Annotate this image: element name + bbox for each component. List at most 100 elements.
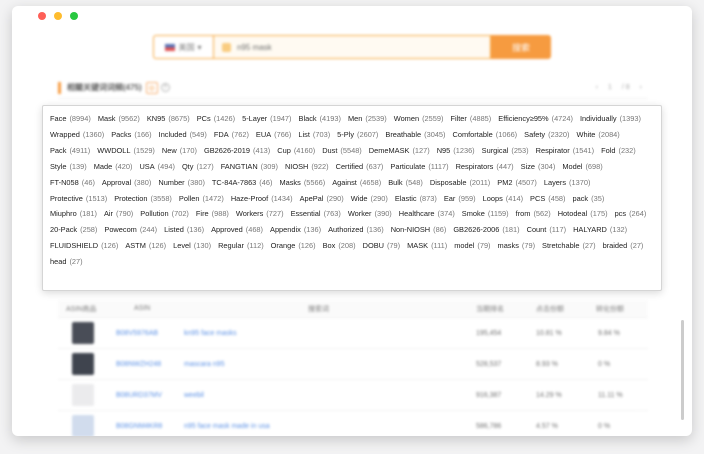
keyword-tag[interactable]: Loops (414): [483, 191, 523, 207]
keyword-tag[interactable]: DemeMASK (127): [369, 143, 430, 159]
table-row[interactable]: B08V5976AB kn95 face masks 195,454 10.81 % 9…: [58, 318, 648, 349]
product-thumbnail[interactable]: [72, 384, 94, 406]
keyword-tag[interactable]: NIOSH (922): [285, 159, 329, 175]
search-term-link[interactable]: weebil: [184, 392, 204, 399]
keyword-tag[interactable]: TC-84A-7863 (46): [212, 175, 273, 191]
keyword-tag[interactable]: Efficiency≥95% (4724): [498, 111, 573, 127]
keyword-tag[interactable]: Number (380): [158, 175, 205, 191]
keyword-tag[interactable]: Masks (5566): [279, 175, 325, 191]
keyword-tag[interactable]: GB2626-2006 (181): [453, 222, 519, 238]
keyword-tag[interactable]: Model (698): [562, 159, 602, 175]
keyword-tag[interactable]: Wide (290): [351, 191, 388, 207]
table-row[interactable]: B08NWZH248 mascara n95 528,537 8.93 % 0 %: [58, 349, 648, 380]
keyword-tag[interactable]: masks (79): [498, 238, 536, 254]
keyword-tag[interactable]: Included (549): [159, 127, 207, 143]
product-thumbnail[interactable]: [72, 415, 94, 436]
keyword-tag[interactable]: Non-NIOSH (86): [391, 222, 447, 238]
keyword-tag[interactable]: Authorized (136): [328, 222, 384, 238]
keyword-tag[interactable]: Elastic (873): [395, 191, 437, 207]
product-thumbnail[interactable]: [72, 353, 94, 375]
keyword-tag[interactable]: Men (2539): [348, 111, 387, 127]
keyword-tag[interactable]: model (79): [454, 238, 490, 254]
keyword-tag[interactable]: Haze-Proof (1434): [231, 191, 293, 207]
keyword-tag[interactable]: Workers (727): [236, 206, 284, 222]
keyword-tag[interactable]: Worker (390): [348, 206, 392, 222]
keyword-tag[interactable]: Powecom (244): [104, 222, 157, 238]
product-thumbnail[interactable]: [72, 322, 94, 344]
keyword-tag[interactable]: PCS (458): [530, 191, 565, 207]
keyword-tag[interactable]: Regular (112): [218, 238, 264, 254]
prev-page-icon[interactable]: ‹: [596, 84, 598, 91]
keyword-tag[interactable]: Made (420): [94, 159, 133, 175]
keyword-tag[interactable]: Comfortable (1066): [453, 127, 518, 143]
minimize-window-button[interactable]: [54, 12, 62, 20]
keyword-tag[interactable]: Protection (3558): [114, 191, 172, 207]
keyword-tag[interactable]: Particulate (1117): [390, 159, 448, 175]
search-button[interactable]: 搜索: [491, 35, 551, 59]
keyword-tag[interactable]: KN95 (8675): [147, 111, 190, 127]
keyword-tag[interactable]: Protective (1513): [50, 191, 107, 207]
table-scrollbar[interactable]: [681, 320, 684, 420]
keyword-tag[interactable]: Individually (1393): [580, 111, 641, 127]
region-select[interactable]: 美国 ▾: [153, 35, 213, 59]
keyword-tag[interactable]: 5-Ply (2607): [337, 127, 378, 143]
expand-icon[interactable]: ◎: [145, 81, 158, 94]
search-term-link[interactable]: n95 face mask made in usa: [184, 423, 270, 430]
keyword-tag[interactable]: braided (27): [603, 238, 644, 254]
table-row[interactable]: B08URD37MV weebil 916,387 14.29 % 11.11 %: [58, 380, 648, 411]
close-window-button[interactable]: [38, 12, 46, 20]
keyword-tag[interactable]: FLUIDSHIELD (126): [50, 238, 118, 254]
keyword-tag[interactable]: Breathable (3045): [385, 127, 445, 143]
keyword-tag[interactable]: Wrapped (1360): [50, 127, 104, 143]
keyword-tag[interactable]: Level (130): [173, 238, 211, 254]
keyword-tag[interactable]: PCs (1426): [197, 111, 235, 127]
keyword-tag[interactable]: New (170): [162, 143, 197, 159]
keyword-tag[interactable]: Pollution (702): [140, 206, 189, 222]
search-input[interactable]: n95 mask: [213, 35, 491, 59]
keyword-tag[interactable]: Respirators (447): [456, 159, 514, 175]
keyword-tag[interactable]: PM2 (4507): [497, 175, 537, 191]
keyword-tag[interactable]: Respirator (1541): [536, 143, 594, 159]
keyword-tag[interactable]: FT-N058 (46): [50, 175, 95, 191]
keyword-tag[interactable]: MASK (111): [407, 238, 447, 254]
keyword-tag[interactable]: Listed (136): [164, 222, 204, 238]
keyword-tag[interactable]: Ear (959): [444, 191, 476, 207]
keyword-tag[interactable]: WWDOLL (1529): [97, 143, 155, 159]
keyword-tag[interactable]: ASTM (126): [125, 238, 166, 254]
keyword-tag[interactable]: Black (4193): [299, 111, 341, 127]
keyword-tag[interactable]: Fold (232): [601, 143, 636, 159]
keyword-tag[interactable]: Orange (126): [271, 238, 316, 254]
table-row[interactable]: B08GNM4KR8 n95 face mask made in usa 586,7…: [58, 411, 648, 436]
keyword-tag[interactable]: ApePal (290): [300, 191, 344, 207]
keyword-tag[interactable]: HALYARD (132): [573, 222, 627, 238]
keyword-tag[interactable]: Certified (637): [336, 159, 384, 175]
keyword-tag[interactable]: Women (2559): [394, 111, 444, 127]
keyword-tag[interactable]: Safety (2320): [524, 127, 569, 143]
keyword-tag[interactable]: Cup (4160): [277, 143, 315, 159]
keyword-tag[interactable]: Face (8994): [50, 111, 91, 127]
keyword-tag[interactable]: Approved (468): [211, 222, 263, 238]
keyword-tag[interactable]: Air (790): [104, 206, 133, 222]
keyword-tag[interactable]: Bulk (548): [388, 175, 423, 191]
keyword-tag[interactable]: List (703): [298, 127, 330, 143]
keyword-tag[interactable]: Surgical (253): [482, 143, 529, 159]
keyword-tag[interactable]: pack (35): [573, 191, 605, 207]
keyword-tag[interactable]: Pack (4911): [50, 143, 90, 159]
keyword-tag[interactable]: White (2084): [576, 127, 619, 143]
keyword-tag[interactable]: Fire (988): [196, 206, 229, 222]
asin-link[interactable]: B08GNM4KR8: [116, 423, 162, 430]
keyword-tag[interactable]: Miuphro (181): [50, 206, 97, 222]
keyword-tag[interactable]: 20-Pack (258): [50, 222, 97, 238]
keyword-tag[interactable]: N95 (1236): [437, 143, 475, 159]
keyword-tag[interactable]: Mask (9562): [98, 111, 140, 127]
keyword-tag[interactable]: Healthcare (374): [399, 206, 455, 222]
keyword-tag[interactable]: Against (4658): [332, 175, 381, 191]
keyword-tag[interactable]: 5-Layer (1947): [242, 111, 291, 127]
keyword-tag[interactable]: Pollen (1472): [179, 191, 224, 207]
keyword-tag[interactable]: FDA (762): [214, 127, 249, 143]
maximize-window-button[interactable]: [70, 12, 78, 20]
keyword-tag[interactable]: Essential (763): [291, 206, 341, 222]
keyword-tag[interactable]: FANGTIAN (309): [221, 159, 278, 175]
keyword-tag[interactable]: Disposable (2011): [430, 175, 490, 191]
keyword-tag[interactable]: EUA (766): [256, 127, 291, 143]
